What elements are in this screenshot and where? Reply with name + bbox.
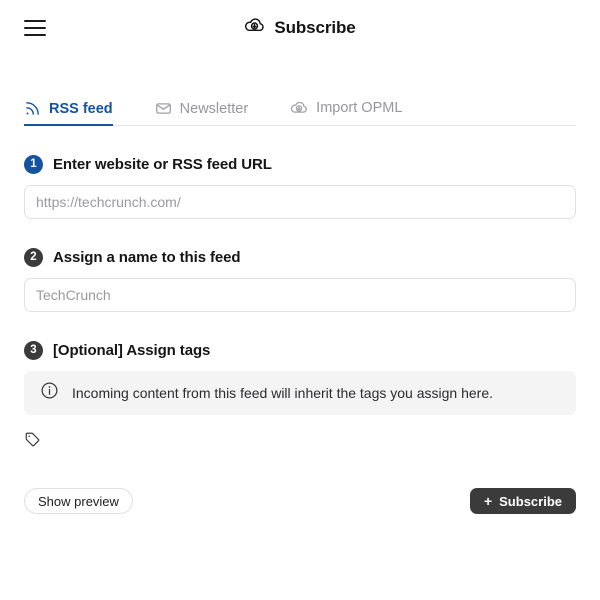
- tag-icon[interactable]: [24, 431, 41, 453]
- hamburger-bar: [24, 27, 46, 29]
- cloud-download-icon: [290, 99, 308, 117]
- subscribe-form: 1 Enter website or RSS feed URL 2 Assign…: [0, 155, 600, 514]
- step-1-header: 1 Enter website or RSS feed URL: [24, 155, 576, 174]
- info-circle-icon: [40, 381, 59, 405]
- step-1-badge: 1: [24, 155, 43, 174]
- step-2-badge: 2: [24, 248, 43, 267]
- step-3-title: [Optional] Assign tags: [53, 342, 211, 359]
- step-3-header: 3 [Optional] Assign tags: [24, 341, 576, 360]
- tab-import-opml[interactable]: Import OPML: [290, 99, 402, 125]
- feed-url-input[interactable]: [24, 185, 576, 219]
- envelope-icon: [155, 100, 172, 117]
- tag-selector[interactable]: [24, 431, 576, 453]
- page-title: Subscribe: [274, 18, 356, 37]
- rss-icon: [24, 100, 41, 117]
- show-preview-label: Show preview: [38, 493, 119, 509]
- hamburger-menu-icon[interactable]: [24, 20, 46, 36]
- form-actions: Show preview + Subscribe: [24, 488, 576, 514]
- step-3-badge: 3: [24, 341, 43, 360]
- subscribe-button[interactable]: + Subscribe: [469, 488, 576, 514]
- step-2-title: Assign a name to this feed: [53, 249, 241, 266]
- tags-info-banner: Incoming content from this feed will inh…: [24, 371, 576, 415]
- header-title-group: Subscribe: [0, 0, 600, 56]
- step-1-title: Enter website or RSS feed URL: [53, 156, 272, 173]
- tab-rss-feed[interactable]: RSS feed: [24, 100, 113, 126]
- tab-label: RSS feed: [49, 100, 113, 117]
- hamburger-bar: [24, 20, 46, 22]
- subscribe-label: Subscribe: [499, 493, 562, 509]
- app-header: Subscribe: [0, 0, 600, 56]
- tab-label: Import OPML: [316, 100, 403, 116]
- cloud-download-icon: [244, 15, 265, 41]
- plus-icon: +: [483, 493, 493, 509]
- tab-label: Newsletter: [179, 100, 249, 117]
- tab-newsletter[interactable]: Newsletter: [155, 100, 249, 125]
- tags-info-text: Incoming content from this feed will inh…: [72, 385, 493, 401]
- hamburger-bar: [24, 34, 46, 36]
- show-preview-button[interactable]: Show preview: [24, 488, 133, 514]
- step-2-header: 2 Assign a name to this feed: [24, 248, 576, 267]
- tab-bar: RSS feed Newsletter Import OPML: [24, 92, 576, 126]
- subscribe-dialog: Subscribe RSS feed Newsletter Import OPM…: [0, 0, 600, 600]
- feed-name-input[interactable]: [24, 278, 576, 312]
